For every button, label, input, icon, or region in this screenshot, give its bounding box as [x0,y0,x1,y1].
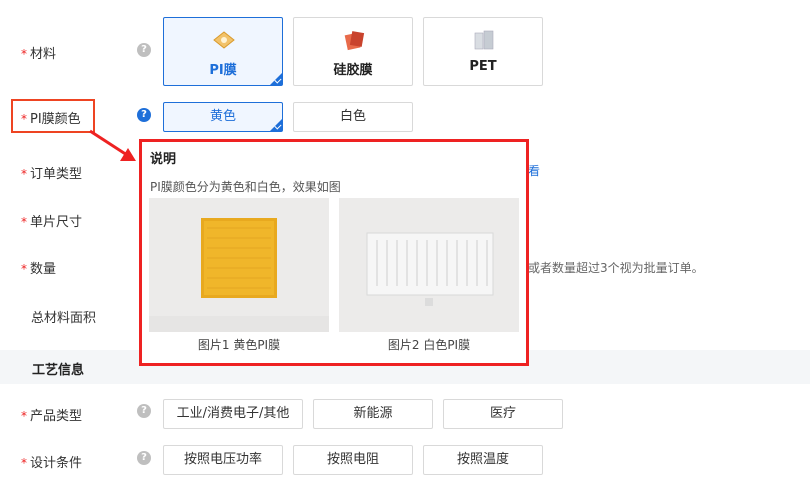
product-type-new-energy-button[interactable]: 新能源 [313,399,433,429]
popup-caption-yellow: 图片1 黄色PI膜 [197,338,281,352]
pi-film-icon [213,31,235,49]
pi-color-label: * PI膜颜色 [21,112,81,127]
product-type-help-icon[interactable]: ? [137,404,151,418]
design-condition-help-icon[interactable]: ? [137,451,151,465]
pi-color-white-button[interactable]: 白色 [293,102,413,132]
total-area-label: 总材料面积 [31,311,97,326]
material-option-pet[interactable]: PET [423,17,543,86]
material-option-label: PET [469,59,497,74]
product-type-label: * 产品类型 [21,409,83,424]
design-condition-label: * 设计条件 [21,456,83,471]
selected-check-icon [270,119,282,131]
material-label: * 材料 [21,47,57,62]
product-type-industrial-button[interactable]: 工业/消费电子/其他 [163,399,303,429]
pi-color-yellow-button[interactable]: 黄色 [163,102,283,132]
order-type-link[interactable]: 看 [528,162,540,179]
quantity-label: * 数量 [21,262,57,277]
design-condition-resistance-button[interactable]: 按照电阻 [293,445,413,475]
popup-title: 说明 [150,152,177,167]
material-option-label: PI膜 [209,63,237,78]
material-option-silicone[interactable]: 硅胶膜 [293,17,413,86]
white-pi-film-image [339,198,519,332]
silicone-film-icon [344,31,365,51]
pet-film-icon [474,30,494,50]
material-option-pi[interactable]: PI膜 [163,17,283,86]
product-type-medical-button[interactable]: 医疗 [443,399,563,429]
order-form: * 材料 ? PI膜 硅胶膜 PET * PI膜颜色 ? 黄色 白色 * 订单类… [0,0,810,485]
popup-description: PI膜颜色分为黄色和白色，效果如图 [150,180,341,194]
piece-size-label: * 单片尺寸 [21,215,83,230]
pi-color-explanation-popup: 说明 PI膜颜色分为黄色和白色，效果如图 图片1 黄色PI膜 图片2 白色PI膜 [139,139,529,366]
selected-check-icon [270,73,282,85]
yellow-pi-film-image [149,198,329,332]
material-help-icon[interactable]: ? [137,43,151,57]
pi-color-help-icon[interactable]: ? [137,108,151,122]
quantity-hint: 或者数量超过3个视为批量订单。 [528,261,704,275]
design-condition-voltage-button[interactable]: 按照电压功率 [163,445,283,475]
design-condition-temperature-button[interactable]: 按照温度 [423,445,543,475]
order-type-label: * 订单类型 [21,167,83,182]
material-option-label: 硅胶膜 [333,63,373,78]
popup-caption-white: 图片2 白色PI膜 [387,338,471,352]
